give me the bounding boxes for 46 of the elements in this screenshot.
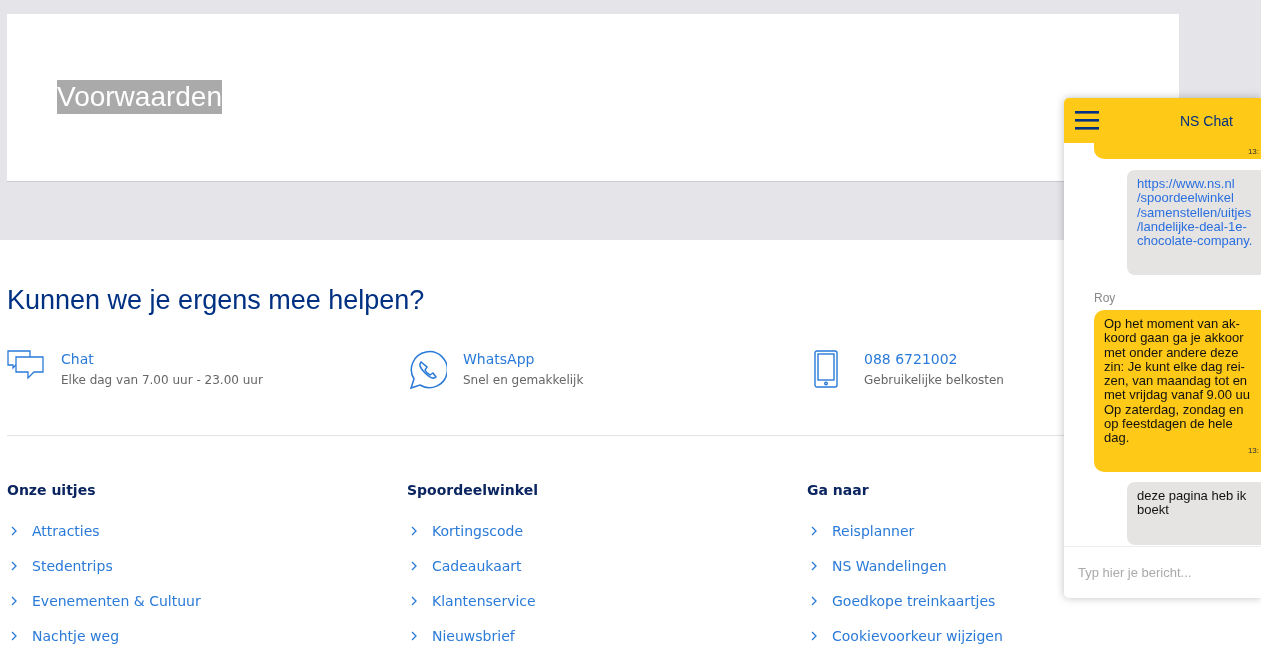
menu-icon[interactable] xyxy=(1075,111,1099,130)
footer-link[interactable]: Stedentrips xyxy=(32,557,113,574)
help-heading: Kunnen we je ergens mee helpen? xyxy=(7,284,425,317)
footer-link[interactable]: Kortingscode xyxy=(432,522,523,539)
message-time: 13: xyxy=(1247,445,1259,455)
footer-heading: Onze uitjes xyxy=(7,481,96,500)
mobile-phone-icon xyxy=(814,350,838,388)
contact-link[interactable]: 088 6721002 xyxy=(864,350,1004,368)
footer-link[interactable]: Reisplanner xyxy=(832,522,915,539)
footer-link[interactable]: Cookievoorkeur wijzigen xyxy=(832,627,1003,644)
chevron-icon xyxy=(811,525,817,536)
contact-link[interactable]: WhatsApp xyxy=(463,350,584,368)
page-title: Voorwaarden xyxy=(57,80,222,114)
chevron-icon xyxy=(11,595,17,606)
chevron-icon xyxy=(811,560,817,571)
footer-link[interactable]: Evenementen & Cultuur xyxy=(32,592,201,609)
chevron-icon xyxy=(11,560,17,571)
footer-link[interactable]: NS Wandelingen xyxy=(832,557,947,574)
chevron-icon xyxy=(11,525,17,536)
contact-detail: Gebruikelijke belkosten xyxy=(864,372,1004,388)
message-time: 13: xyxy=(1247,147,1259,156)
chevron-icon xyxy=(11,630,17,641)
message-input[interactable]: Typ hier je bericht... xyxy=(1076,564,1250,581)
footer-heading: Spoordeelwinkel xyxy=(407,481,538,500)
chevron-icon xyxy=(411,560,417,571)
contact-detail: Elke dag van 7.00 uur - 23.00 uur xyxy=(61,372,263,388)
footer-link[interactable]: Goedkope treinkaartjes xyxy=(832,592,996,609)
contact-link[interactable]: Chat xyxy=(61,350,263,368)
message-text: deze pagina heb ik boekt xyxy=(1137,489,1248,518)
footer-link[interactable]: Nieuwsbrief xyxy=(432,627,515,644)
message-text: Op het moment van ak- koord gaan ga je akkoor met onder andere deze zin: Je kunt elke dag rei- zen, van maandag tot en met vrijdag vanaf 9.00 uu Op zaterdag, zondag en op feestdagen de hele dag. xyxy=(1104,317,1251,446)
footer-link[interactable]: Nachtje weg xyxy=(32,627,119,644)
footer-link[interactable]: Cadeaukaart xyxy=(432,557,522,574)
chat-title: NS Chat xyxy=(1180,112,1233,129)
chevron-icon xyxy=(411,595,417,606)
chevron-icon xyxy=(811,630,817,641)
contact-detail: Snel en gemakkelijk xyxy=(463,372,584,388)
message-link[interactable]: https://www.ns.nl /spoordeelwinkel /samenstellen/uitjes /landelijke-deal-1e- chocolate-company. xyxy=(1137,177,1261,249)
sender-name: Roy xyxy=(1094,291,1117,305)
footer-link[interactable]: Attracties xyxy=(32,522,100,539)
chevron-icon xyxy=(411,525,417,536)
chevron-icon xyxy=(411,630,417,641)
whatsapp-icon xyxy=(407,350,447,390)
footer-heading: Ga naar xyxy=(807,481,869,500)
chevron-icon xyxy=(811,595,817,606)
footer-link[interactable]: Klantenservice xyxy=(432,592,536,609)
